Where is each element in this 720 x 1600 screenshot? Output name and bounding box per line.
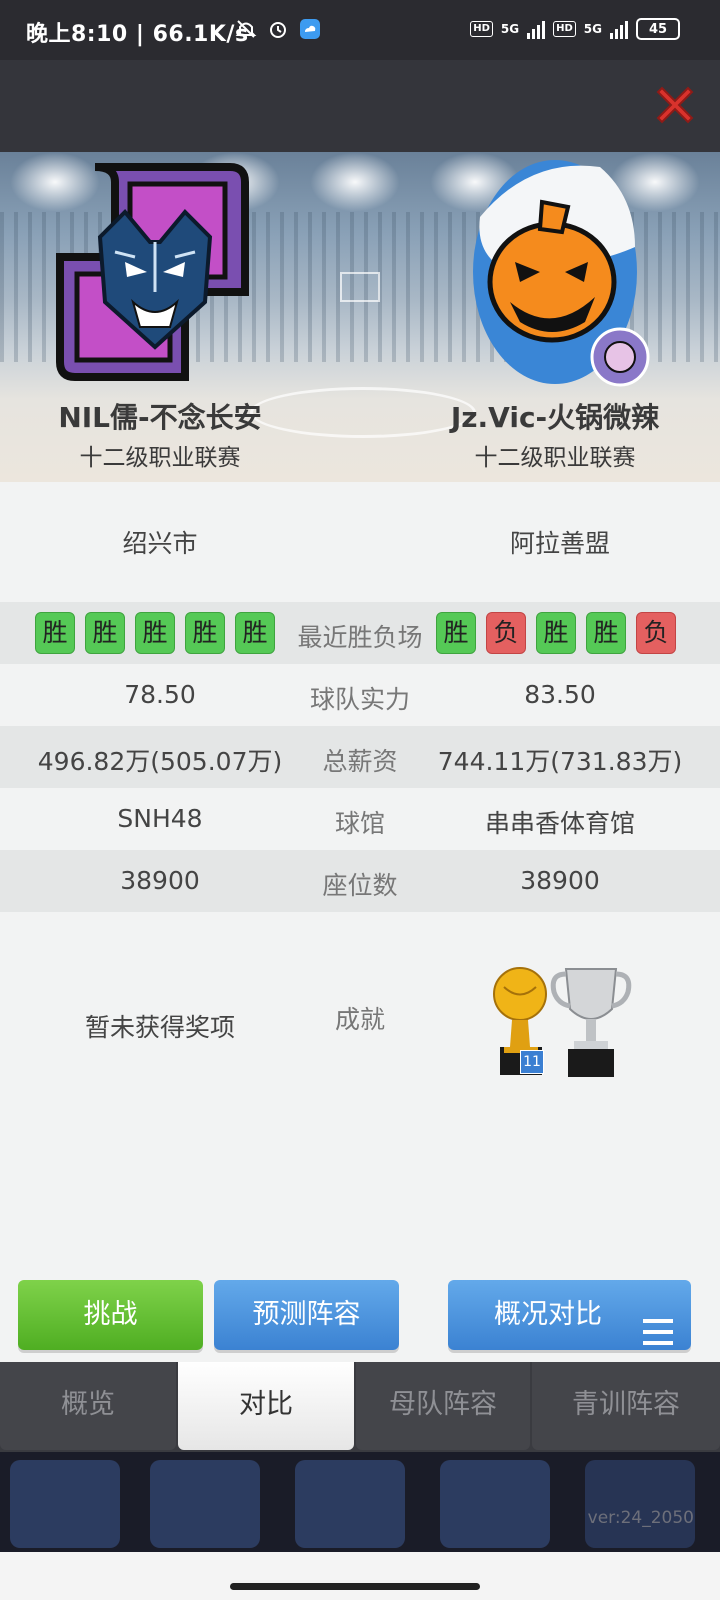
home-team-name: NIL儒-不念长安 bbox=[58, 401, 262, 434]
home-arena: SNH48 bbox=[117, 804, 203, 833]
achievements-row: 暂未获得奖项 成就 11 bbox=[0, 912, 720, 1157]
overview-compare-button[interactable]: 概况对比 bbox=[448, 1280, 691, 1350]
menu-icon bbox=[643, 1302, 673, 1345]
result-badge: 胜 bbox=[35, 612, 75, 654]
silver-cup-icon[interactable] bbox=[548, 964, 634, 1082]
away-recent-results: 胜负胜胜负 bbox=[426, 612, 686, 654]
home-indicator[interactable] bbox=[230, 1583, 480, 1590]
away-seats: 38900 bbox=[520, 866, 600, 895]
close-button[interactable] bbox=[652, 82, 698, 128]
home-salary: 496.82万(505.07万) bbox=[37, 747, 283, 776]
overview-compare-label: 概况对比 bbox=[494, 1299, 602, 1330]
result-badge: 胜 bbox=[536, 612, 576, 654]
signal-icon bbox=[527, 19, 546, 39]
result-badge: 胜 bbox=[436, 612, 476, 654]
home-recent-results: 胜胜胜胜胜 bbox=[25, 612, 285, 654]
top-bar bbox=[0, 60, 720, 152]
nav-item[interactable] bbox=[295, 1460, 405, 1548]
label-recent: 最近胜负场 bbox=[297, 623, 423, 652]
version-label: ver:24_2050 bbox=[587, 1508, 694, 1528]
network-5g-label-2: 5G bbox=[583, 22, 602, 36]
recent-results-row: 胜胜胜胜胜 最近胜负场 胜负胜胜负 bbox=[0, 602, 720, 664]
bottom-nav bbox=[0, 1452, 720, 1552]
mute-icon bbox=[235, 18, 257, 40]
nav-item[interactable] bbox=[10, 1460, 120, 1548]
tab-bar: 概览 对比 母队阵容 青训阵容 bbox=[0, 1362, 720, 1452]
alarm-icon bbox=[267, 18, 289, 40]
result-badge: 胜 bbox=[135, 612, 175, 654]
trophy-count-badge: 11 bbox=[520, 1050, 544, 1074]
predict-lineup-button[interactable]: 预测阵容 bbox=[214, 1280, 399, 1350]
city-row: 绍兴市 阿拉善盟 bbox=[0, 482, 720, 602]
cloud-app-icon bbox=[299, 18, 321, 40]
away-team-logo[interactable] bbox=[470, 157, 655, 392]
result-badge: 负 bbox=[636, 612, 676, 654]
status-bar: 晚上8:10 | 66.1K/s HD 5G HD 5G 45 bbox=[0, 0, 720, 60]
home-strength: 78.50 bbox=[124, 680, 196, 709]
arena-row: SNH48 球馆 串串香体育馆 bbox=[0, 788, 720, 850]
nav-item[interactable] bbox=[440, 1460, 550, 1548]
hd-icon: HD bbox=[470, 21, 493, 37]
away-team-name: Jz.Vic-火锅微辣 bbox=[450, 401, 660, 434]
away-arena: 串串香体育馆 bbox=[484, 809, 635, 838]
tab-parent-lineup[interactable]: 母队阵容 bbox=[356, 1362, 530, 1450]
gesture-area bbox=[0, 1552, 720, 1600]
seats-row: 38900 座位数 38900 bbox=[0, 850, 720, 912]
nav-item[interactable] bbox=[150, 1460, 260, 1548]
strength-row: 78.50 球队实力 83.50 bbox=[0, 664, 720, 726]
home-city: 绍兴市 bbox=[122, 529, 198, 558]
network-5g-label: 5G bbox=[500, 22, 520, 36]
away-team-league: 十二级职业联赛 bbox=[474, 445, 636, 471]
home-team-league: 十二级职业联赛 bbox=[79, 445, 241, 471]
result-badge: 胜 bbox=[185, 612, 225, 654]
salary-row: 496.82万(505.07万) 总薪资 744.11万(731.83万) bbox=[0, 726, 720, 788]
result-badge: 胜 bbox=[85, 612, 125, 654]
label-achievements: 成就 bbox=[334, 1005, 385, 1034]
tab-compare[interactable]: 对比 bbox=[178, 1362, 354, 1450]
away-salary: 744.11万(731.83万) bbox=[437, 747, 683, 776]
home-seats: 38900 bbox=[120, 866, 200, 895]
tab-overview[interactable]: 概览 bbox=[0, 1362, 176, 1450]
signal-icon-2 bbox=[610, 19, 628, 39]
hd-icon-2: HD bbox=[553, 21, 576, 37]
arena-banner: NIL儒-不念长安 十二级职业联赛 Jz.Vic-火锅微辣 十二级职业联赛 bbox=[0, 152, 720, 482]
challenge-button[interactable]: 挑战 bbox=[18, 1280, 203, 1350]
away-strength: 83.50 bbox=[524, 680, 596, 709]
status-time-speed: 晚上8:10 | 66.1K/s bbox=[26, 22, 249, 47]
result-badge: 胜 bbox=[586, 612, 626, 654]
home-achievements: 暂未获得奖项 bbox=[84, 1013, 235, 1042]
result-badge: 胜 bbox=[235, 612, 275, 654]
nav-item[interactable] bbox=[585, 1460, 695, 1548]
battery-icon: 45 bbox=[636, 18, 680, 40]
away-city: 阿拉善盟 bbox=[509, 529, 610, 558]
result-badge: 负 bbox=[486, 612, 526, 654]
close-icon bbox=[656, 86, 694, 124]
home-team-logo[interactable] bbox=[55, 162, 255, 387]
tab-youth-lineup[interactable]: 青训阵容 bbox=[532, 1362, 720, 1450]
